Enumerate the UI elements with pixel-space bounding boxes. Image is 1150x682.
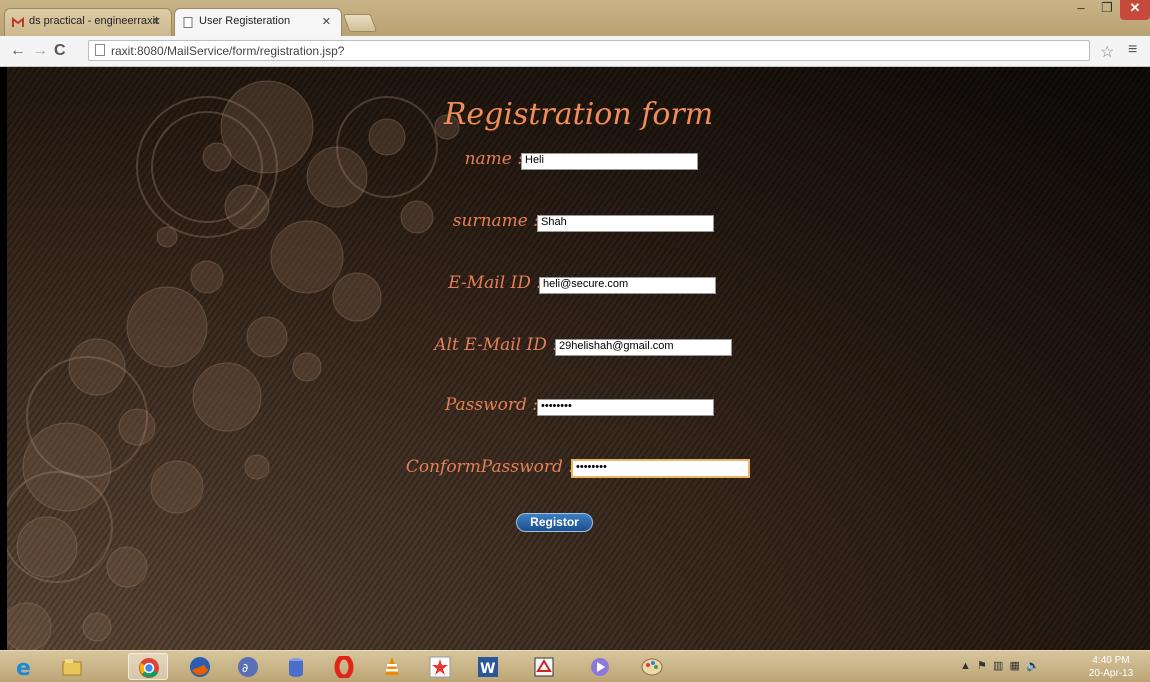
taskbar: e ∂ W ▲ ⚑ ▥ ▦ 🔈 4:40 PM 20-Apr-13 (0, 650, 1150, 682)
email-label: E-Mail ID : (448, 273, 542, 293)
internet-explorer-icon[interactable]: e (4, 653, 44, 680)
email-field[interactable]: heli@secure.com (539, 277, 716, 294)
opera-icon[interactable] (324, 653, 364, 680)
page-icon (95, 44, 105, 56)
url-text: raxit:8080/MailService/form/registration… (111, 44, 345, 58)
close-icon[interactable]: ✕ (322, 15, 331, 28)
confirm-password-field[interactable]: •••••••• (571, 459, 750, 478)
surname-field[interactable]: Shah (537, 215, 714, 232)
svg-text:W: W (480, 661, 495, 677)
bookmark-star-icon[interactable]: ☆ (1100, 42, 1114, 62)
tab-title: ds practical - engineerraxit (29, 15, 159, 27)
reload-button[interactable]: C (54, 42, 66, 60)
gmail-icon (12, 17, 24, 27)
page-icon (183, 17, 193, 28)
new-tab-button[interactable] (342, 14, 378, 32)
media-app-icon[interactable] (580, 653, 620, 680)
clock-time: 4:40 PM (1092, 655, 1130, 666)
star-app-icon[interactable] (420, 653, 460, 680)
surname-label: surname : (452, 211, 539, 231)
eclipse-icon[interactable]: ∂ (228, 653, 268, 680)
menu-icon[interactable]: ≡ (1128, 41, 1137, 59)
confirm-password-label: ConformPassword : (405, 457, 574, 477)
alt-email-field[interactable]: 29helishah@gmail.com (555, 339, 732, 356)
toolbar: ← → C raxit:8080/MailService/form/regist… (0, 36, 1150, 67)
chrome-icon[interactable] (128, 653, 168, 680)
tab-title: User Registeration (199, 15, 291, 27)
paint-icon[interactable] (632, 653, 672, 680)
page-content: Registration form name : Heli surname : … (7, 67, 1150, 650)
close-window-button[interactable]: ✕ (1120, 0, 1150, 20)
vlc-icon[interactable] (372, 653, 412, 680)
page-title: Registration form (443, 97, 714, 132)
password-label: Password : (444, 395, 538, 415)
database-icon[interactable] (276, 653, 316, 680)
draw-app-icon[interactable] (524, 653, 564, 680)
alt-email-label: Alt E-Mail ID : (434, 335, 558, 355)
system-tray[interactable]: ▲ ⚑ ▥ ▦ 🔈 (960, 659, 1040, 672)
maximize-button[interactable]: ❐ (1094, 0, 1120, 20)
minimize-button[interactable]: – (1068, 0, 1094, 20)
svg-text:e: e (16, 656, 31, 678)
close-icon[interactable]: ✕ (152, 15, 161, 28)
clock[interactable]: 4:40 PM 20-Apr-13 (1080, 654, 1142, 680)
password-field[interactable]: •••••••• (537, 399, 714, 416)
back-button[interactable]: ← (10, 42, 26, 60)
tab-gmail[interactable]: ds practical - engineerraxit ✕ (4, 8, 172, 36)
register-button[interactable]: Registor (516, 513, 593, 532)
name-field[interactable]: Heli (521, 153, 698, 170)
tab-user-registration[interactable]: User Registeration ✕ (174, 8, 342, 36)
word-icon[interactable]: W (468, 653, 508, 680)
clock-date: 20-Apr-13 (1088, 668, 1134, 679)
address-bar[interactable]: raxit:8080/MailService/form/registration… (88, 40, 1090, 61)
name-label: name : (464, 149, 523, 169)
forward-button[interactable]: → (32, 42, 48, 60)
svg-text:∂: ∂ (242, 661, 248, 675)
file-explorer-icon[interactable] (52, 653, 92, 680)
firefox-icon[interactable] (180, 653, 220, 680)
tab-strip: ds practical - engineerraxit ✕ User Regi… (0, 0, 1150, 36)
